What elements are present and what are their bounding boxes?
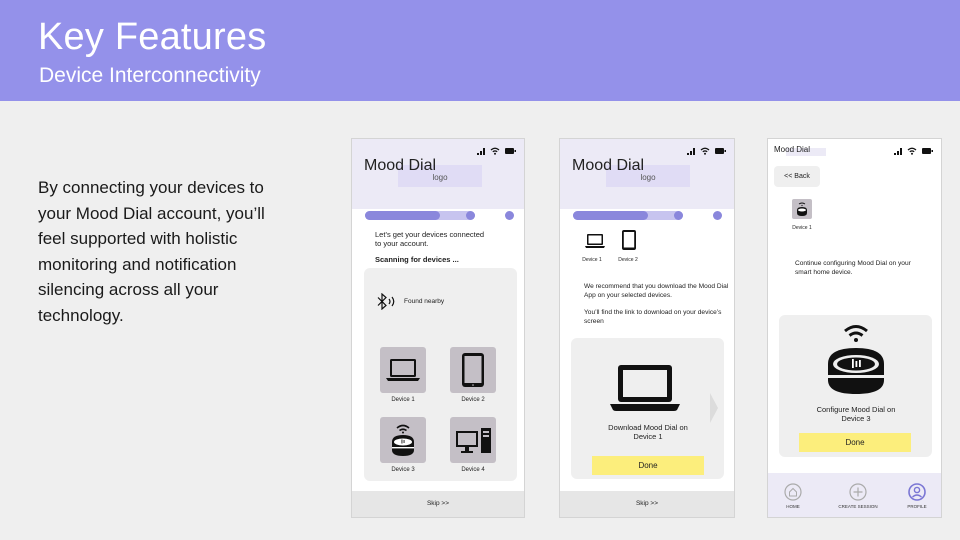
skip-button[interactable]: Skip >> — [560, 491, 734, 517]
device-label: Device 2 — [461, 397, 485, 403]
device-label: Device 4 — [461, 467, 485, 473]
nav-create-label: CREATE SESSION — [838, 504, 878, 509]
progress-bar — [365, 211, 515, 221]
signal-icon — [894, 147, 902, 155]
device-label: Device 1 — [391, 397, 415, 403]
status-bar — [477, 147, 516, 155]
device-label: Device 2 — [618, 257, 638, 263]
plus-icon — [849, 483, 867, 501]
app-title: Mood Dial — [364, 157, 437, 174]
desktop-icon — [456, 428, 491, 453]
progress-step — [674, 211, 683, 220]
profile-icon — [908, 483, 926, 501]
chevron-right-icon[interactable] — [710, 393, 718, 423]
nav-home[interactable]: HOME — [776, 483, 810, 509]
configure-card-text: Configure Mood Dial on Device 3 — [816, 405, 896, 423]
back-button[interactable]: << Back — [774, 166, 820, 187]
phone-screen-configure: Mood Dial << Back Device 1 Continue conf… — [767, 138, 942, 518]
laptop-icon — [386, 359, 420, 381]
skip-button[interactable]: Skip >> — [352, 491, 524, 517]
device-tile-tablet[interactable] — [450, 347, 496, 393]
smart-speaker-icon — [797, 202, 807, 216]
smart-speaker-icon — [828, 325, 884, 394]
battery-icon — [922, 148, 933, 154]
progress-bar — [573, 211, 723, 221]
device-tile-laptop[interactable] — [380, 347, 426, 393]
progress-step — [466, 211, 475, 220]
signal-icon — [687, 147, 695, 155]
device-label: Device 3 — [391, 467, 415, 473]
found-nearby-label: Found nearby — [404, 298, 445, 305]
wifi-icon — [700, 147, 710, 155]
laptop-icon — [585, 234, 605, 248]
device-tile-desktop[interactable] — [450, 417, 496, 463]
smart-speaker-icon — [392, 424, 414, 456]
nav-create-session[interactable]: CREATE SESSION — [830, 483, 886, 509]
progress-fill — [573, 211, 648, 220]
nav-profile[interactable]: PROFILE — [900, 483, 934, 509]
progress-fill — [365, 211, 440, 220]
tablet-icon — [622, 230, 636, 250]
download-card-text: Download Mood Dial on Device 1 — [608, 423, 688, 441]
slide-title: Key Features — [38, 16, 267, 58]
continue-text: Continue configuring Mood Dial on your s… — [795, 260, 911, 276]
slide-header: Key Features Device Interconnectivity — [0, 0, 960, 101]
find-link-text: You’ll find the link to download on your… — [584, 309, 722, 325]
device-thumb[interactable] — [792, 199, 812, 219]
device-label: Device 1 — [792, 225, 812, 231]
bottom-nav: HOME CREATE SESSION PROFILE — [768, 473, 941, 517]
progress-step — [713, 211, 722, 220]
home-icon — [784, 483, 802, 501]
wifi-icon — [907, 147, 917, 155]
app-title: Mood Dial — [572, 157, 645, 174]
tablet-icon — [462, 353, 484, 387]
device-tile-speaker[interactable] — [380, 417, 426, 463]
laptop-icon — [610, 365, 680, 411]
status-bar — [894, 147, 933, 155]
nav-profile-label: PROFILE — [907, 504, 927, 509]
bluetooth-icon — [377, 293, 395, 310]
nav-home-label: HOME — [786, 504, 800, 509]
phone-screen-scan: logo Mood Dial Let’s get your devices co… — [351, 138, 525, 518]
progress-step — [505, 211, 514, 220]
status-bar — [687, 147, 726, 155]
done-button[interactable]: Done — [799, 433, 911, 452]
battery-icon — [715, 148, 726, 154]
app-title: Mood Dial — [774, 145, 811, 154]
recommend-text: We recommend that you download the Mood … — [584, 283, 729, 299]
feature-description: By connecting your devices to your Mood … — [38, 178, 265, 325]
scanning-text: Scanning for devices ... — [375, 255, 459, 264]
done-button[interactable]: Done — [592, 456, 704, 475]
battery-icon — [505, 148, 516, 154]
phone-screen-download: logo Mood Dial Device 1 Device 2 We reco… — [559, 138, 735, 518]
signal-icon — [477, 147, 485, 155]
wifi-icon — [490, 147, 500, 155]
slide-subtitle: Device Interconnectivity — [39, 64, 261, 87]
intro-text: Let’s get your devices connected to your… — [375, 230, 485, 248]
